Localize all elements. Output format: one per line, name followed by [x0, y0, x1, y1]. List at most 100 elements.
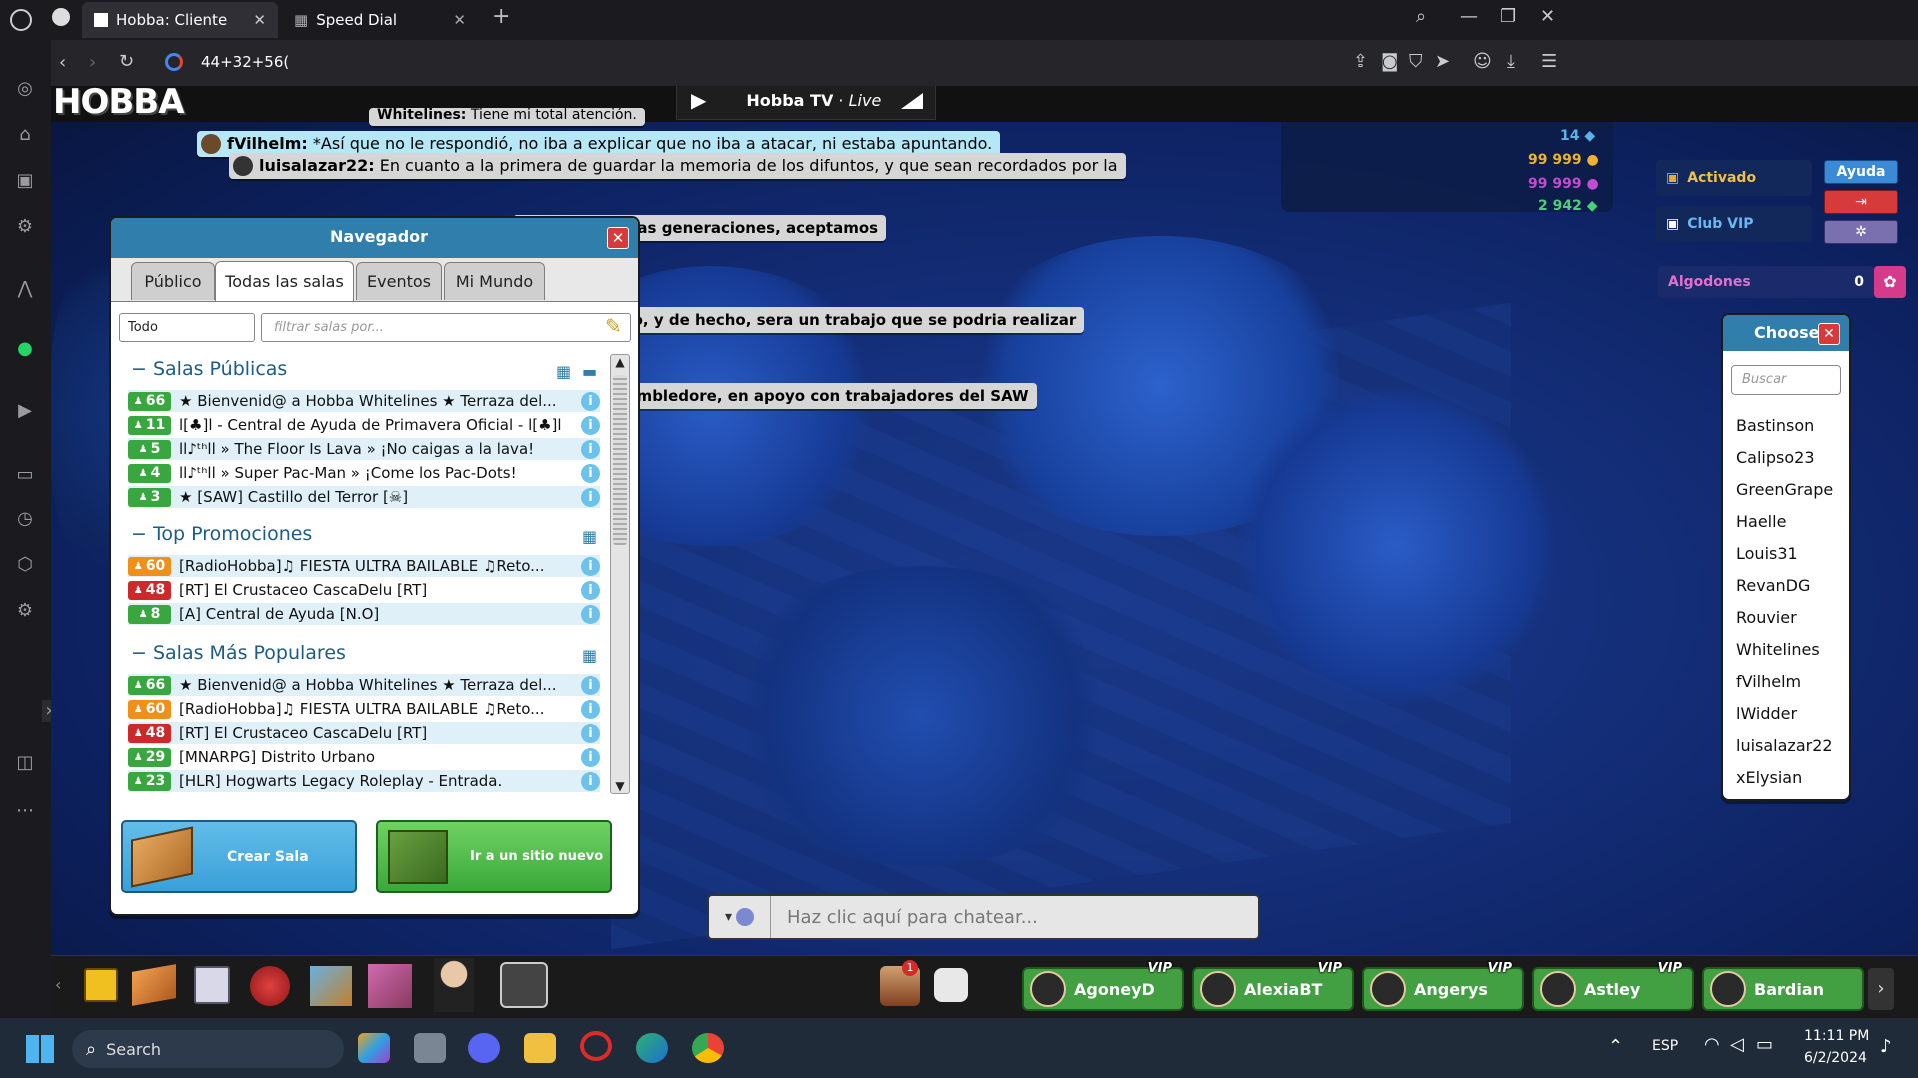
scroll-down-icon[interactable]: ▼: [611, 779, 629, 793]
battery-icon[interactable]: ▭: [1756, 1034, 1773, 1055]
profile-icon[interactable]: ☺: [1473, 51, 1492, 72]
chat-input[interactable]: Haz clic aquí para chatear...: [787, 907, 1038, 928]
download-icon[interactable]: ⤓: [1507, 51, 1515, 72]
logout-button[interactable]: ⇥: [1824, 190, 1898, 214]
chooser-user-item[interactable]: Calipso23: [1736, 448, 1815, 467]
language-indicator[interactable]: ESP: [1652, 1038, 1678, 1054]
clock-time[interactable]: 11:11 PM: [1804, 1028, 1869, 1044]
list-view-icon[interactable]: ▬: [582, 362, 597, 381]
room-search-input[interactable]: filtrar salas por...: [261, 313, 631, 342]
restore-icon[interactable]: ❐: [1500, 6, 1516, 27]
whatsapp-icon[interactable]: ●: [14, 338, 36, 360]
chooser-user-item[interactable]: fVilhelm: [1736, 672, 1801, 691]
info-icon[interactable]: i: [581, 415, 600, 435]
room-row[interactable]: ♟ 8 [A] Central de Ayuda [N.O] i: [128, 603, 600, 625]
info-icon[interactable]: i: [581, 699, 600, 719]
chatgpt-icon[interactable]: ⚙: [14, 216, 36, 238]
chooser-user-item[interactable]: Louis31: [1736, 544, 1798, 563]
info-icon[interactable]: i: [581, 556, 600, 576]
club-vip-status[interactable]: ▣ Club VIP: [1656, 206, 1812, 242]
hotel-view-icon[interactable]: [84, 968, 118, 1002]
room-row[interactable]: ♟ 66 ★ Bienvenid@ a Hobba Whitelines ★ Ter…: [128, 390, 600, 412]
chooser-user-item[interactable]: luisalazar22: [1736, 736, 1833, 755]
clock-date[interactable]: 6/2/2024: [1804, 1050, 1867, 1066]
chooser-user-item[interactable]: Bastinson: [1736, 416, 1814, 435]
notifications-bell-icon[interactable]: ♪: [1880, 1036, 1892, 1057]
chrome-icon[interactable]: [692, 1033, 724, 1063]
room-row[interactable]: ♟ 3 ★ [SAW] Castillo del Terror [☠] i: [128, 486, 600, 508]
new-tab-button[interactable]: +: [492, 4, 510, 29]
chooser-user-item[interactable]: lWidder: [1736, 704, 1797, 723]
chooser-user-item[interactable]: RevanDG: [1736, 576, 1810, 595]
bag-icon[interactable]: ⌂: [14, 124, 36, 146]
room-row[interactable]: ♟ 48 [RT] El Crustaceo CascaDelu [RT] i: [128, 579, 600, 601]
toolbar-left-arrow-icon[interactable]: ‹: [55, 975, 61, 994]
more-icon[interactable]: ⋯: [14, 800, 36, 822]
room-row[interactable]: ♟ 4 ll♪ᵗʰll » Super Pac-Man » ¡Come los Pa…: [128, 462, 600, 484]
twitch-icon[interactable]: ▣: [14, 170, 36, 192]
extensions-icon[interactable]: ⬡: [14, 554, 36, 576]
info-icon[interactable]: i: [581, 487, 600, 507]
tab-hobba[interactable]: Hobba: Cliente ✕: [82, 2, 278, 38]
chooser-user-item[interactable]: Whitelines: [1736, 640, 1820, 659]
forward-icon[interactable]: ›: [89, 52, 96, 73]
tab-publico[interactable]: Público: [131, 262, 215, 300]
tab-eventos[interactable]: Eventos: [356, 262, 442, 300]
chooser-user-item[interactable]: Haelle: [1736, 512, 1786, 531]
pencil-icon[interactable]: ✎: [605, 314, 622, 338]
filter-select[interactable]: Todo: [119, 313, 255, 342]
close-tab-icon[interactable]: ✕: [253, 11, 266, 29]
games-icon[interactable]: [250, 966, 290, 1006]
info-icon[interactable]: i: [581, 723, 600, 743]
opera-logo-icon[interactable]: [10, 9, 32, 31]
collapse-icon[interactable]: −: [131, 358, 153, 380]
gallery-icon[interactable]: ◫: [14, 752, 36, 774]
minimize-icon[interactable]: —: [1460, 6, 1478, 27]
friends-next-icon[interactable]: ›: [1868, 968, 1894, 1010]
algodones-icon[interactable]: ✿: [1874, 266, 1906, 298]
room-row[interactable]: ♟ 11 l[♣]l - Central de Ayuda de Primavera…: [128, 414, 600, 436]
wifi-icon[interactable]: ◠: [1704, 1034, 1720, 1055]
history-icon[interactable]: ◷: [14, 508, 36, 530]
chooser-user-item[interactable]: Rouvier: [1736, 608, 1797, 627]
chat-input-bar[interactable]: ▾ Haz clic aquí para chatear...: [707, 894, 1260, 940]
back-icon[interactable]: ‹: [59, 52, 66, 73]
grid-view-icon[interactable]: ▦: [556, 362, 571, 381]
info-icon[interactable]: i: [581, 463, 600, 483]
volume-icon[interactable]: ◁: [1730, 1034, 1744, 1055]
chat-style-dropdown[interactable]: ▾: [709, 896, 771, 938]
chooser-user-item[interactable]: xElysian: [1736, 768, 1802, 787]
collapse-icon[interactable]: −: [131, 642, 153, 664]
info-icon[interactable]: i: [581, 771, 600, 791]
friend-button[interactable]: AlexiaBT VIP: [1192, 961, 1354, 1011]
friend-button[interactable]: Angerys VIP: [1362, 961, 1524, 1011]
catalog-icon[interactable]: [310, 966, 352, 1006]
taskbar-search[interactable]: ⌕ Search: [72, 1030, 344, 1068]
tab-todas-las-salas[interactable]: Todas las salas: [215, 261, 354, 301]
room-row[interactable]: ♟ 60 [RadioHobba]♫ FIESTA ULTRA BAILABLE ♫…: [128, 555, 600, 577]
play-icon[interactable]: ▶: [691, 88, 706, 112]
room-row[interactable]: ♟ 48 [RT] El Crustaceo CascaDelu [RT] i: [128, 722, 600, 744]
close-window-icon[interactable]: ✕: [1540, 6, 1555, 27]
aria-icon[interactable]: ⋀: [14, 278, 36, 300]
chooser-user-item[interactable]: GreenGrape: [1736, 480, 1833, 499]
avatar-icon[interactable]: [434, 958, 474, 1012]
tab-mi-mundo[interactable]: Mi Mundo: [444, 262, 545, 300]
scroll-up-icon[interactable]: ▲: [611, 355, 629, 369]
section-header[interactable]: − Salas Más Populares: [131, 642, 346, 664]
activado-status[interactable]: ▣ Activado: [1656, 160, 1812, 196]
info-icon[interactable]: i: [581, 747, 600, 767]
show-hidden-icons[interactable]: ⌃: [1608, 1036, 1623, 1057]
friend-button[interactable]: Astley VIP: [1532, 961, 1694, 1011]
settings-button[interactable]: ✲: [1824, 220, 1898, 244]
room-row[interactable]: ♟ 23 [HLR] Hogwarts Legacy Roleplay - Entr…: [128, 770, 600, 792]
tab-speed-dial[interactable]: ▦ Speed Dial ✕: [282, 2, 478, 38]
messenger-icon[interactable]: [934, 968, 968, 1002]
search-tabs-icon[interactable]: ⌕: [1416, 6, 1426, 27]
room-row[interactable]: ♟ 29 [MNARPG] Distrito Urbano i: [128, 746, 600, 768]
settings-icon[interactable]: ⚙: [14, 600, 36, 622]
info-icon[interactable]: i: [581, 439, 600, 459]
task-view-icon[interactable]: [414, 1033, 446, 1063]
ayuda-button[interactable]: Ayuda: [1824, 160, 1898, 184]
info-icon[interactable]: i: [581, 604, 600, 624]
